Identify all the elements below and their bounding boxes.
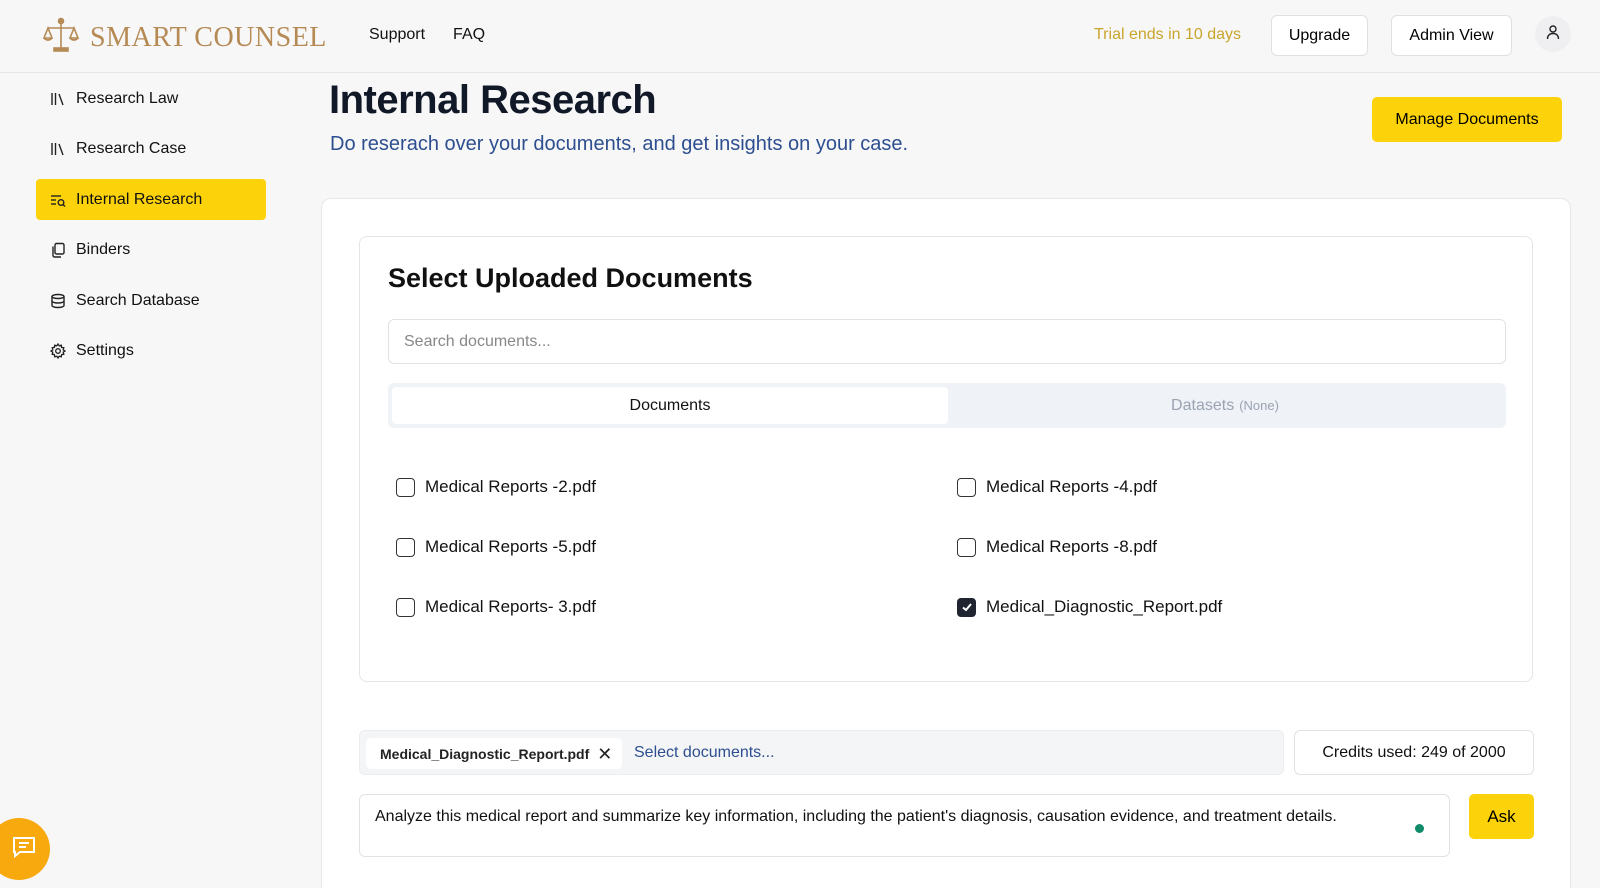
sidebar: Research Law Research Case Internal Rese… — [36, 78, 266, 381]
checkbox[interactable] — [957, 477, 976, 497]
nav-faq[interactable]: FAQ — [453, 26, 485, 44]
list-item[interactable]: Medical Reports -5.pdf — [396, 537, 596, 557]
brand-logo[interactable]: SMART COUNSEL — [42, 16, 327, 59]
sidebar-item-research-law[interactable]: Research Law — [36, 78, 266, 119]
sidebar-item-label: Research Law — [76, 89, 179, 107]
checkbox[interactable] — [396, 537, 415, 557]
check-icon — [961, 603, 972, 612]
top-bar: SMART COUNSEL Support FAQ Trial ends in … — [0, 0, 1600, 73]
sidebar-item-settings[interactable]: Settings — [36, 331, 266, 372]
ask-button[interactable]: Ask — [1469, 794, 1534, 839]
scales-icon — [42, 16, 80, 59]
chat-icon — [11, 835, 37, 864]
tab-documents[interactable]: Documents — [392, 387, 948, 424]
query-text: Analyze this medical report and summariz… — [375, 808, 1337, 825]
document-name: Medical Reports -2.pdf — [425, 477, 597, 496]
document-name: Medical Reports- 3.pdf — [425, 597, 597, 616]
list-item[interactable]: Medical Reports -8.pdf — [957, 537, 1157, 557]
trial-notice: Trial ends in 10 days — [1094, 26, 1242, 43]
search-documents-input[interactable] — [388, 319, 1506, 364]
user-icon — [1545, 24, 1561, 45]
checkbox[interactable] — [396, 597, 415, 617]
page-title: Internal Research — [329, 78, 657, 122]
list-item[interactable]: Medical_Diagnostic_Report.pdf — [957, 597, 1222, 617]
credits-indicator: Credits used: 249 of 2000 — [1294, 730, 1534, 775]
library-icon — [50, 91, 66, 107]
list-item[interactable]: Medical Reports -4.pdf — [957, 477, 1157, 497]
sidebar-item-label: Internal Research — [76, 190, 203, 208]
checkbox[interactable] — [396, 477, 415, 497]
tab-datasets-count: (None) — [1239, 398, 1279, 413]
sidebar-item-internal-research[interactable]: Internal Research — [36, 179, 266, 220]
list-item[interactable]: Medical Reports -2.pdf — [396, 477, 596, 497]
source-tabs: Documents Datasets (None) — [388, 383, 1506, 428]
top-nav: Support FAQ — [369, 26, 485, 44]
close-icon[interactable]: ✕ — [597, 745, 612, 763]
list-item[interactable]: Medical Reports- 3.pdf — [396, 597, 596, 617]
tab-documents-label: Documents — [629, 396, 711, 414]
card-title: Select Uploaded Documents — [388, 263, 753, 293]
document-name: Medical Reports -4.pdf — [986, 477, 1158, 496]
list-search-icon — [50, 192, 66, 208]
document-name: Medical Reports -5.pdf — [425, 537, 597, 556]
sidebar-item-research-case[interactable]: Research Case — [36, 129, 266, 170]
selected-document-chip: Medical_Diagnostic_Report.pdf ✕ — [366, 738, 623, 769]
sidebar-item-label: Binders — [76, 241, 131, 258]
tab-datasets[interactable]: Datasets (None) — [948, 387, 1502, 424]
document-name: Medical_Diagnostic_Report.pdf — [986, 597, 1223, 616]
brand-name: SMART COUNSEL — [90, 21, 327, 53]
tab-datasets-label: Datasets — [1171, 396, 1235, 414]
document-selector-card: Select Uploaded Documents Documents Data… — [359, 236, 1533, 682]
query-input[interactable]: Analyze this medical report and summariz… — [359, 794, 1450, 857]
copy-icon — [50, 242, 66, 258]
status-dot — [1415, 824, 1424, 833]
selected-documents-bar[interactable]: Medical_Diagnostic_Report.pdf ✕ Select d… — [359, 730, 1284, 775]
manage-documents-button[interactable]: Manage Documents — [1372, 97, 1562, 142]
sidebar-item-search-database[interactable]: Search Database — [36, 280, 266, 321]
library-icon — [50, 141, 66, 157]
upgrade-button[interactable]: Upgrade — [1271, 15, 1368, 56]
admin-view-button[interactable]: Admin View — [1391, 15, 1512, 56]
chat-button[interactable] — [0, 818, 50, 880]
main-panel: Select Uploaded Documents Documents Data… — [321, 198, 1571, 888]
document-name: Medical Reports -8.pdf — [986, 537, 1158, 556]
user-avatar[interactable] — [1535, 16, 1571, 52]
sidebar-item-label: Search Database — [76, 291, 200, 309]
page-subtitle: Do reserach over your documents, and get… — [330, 133, 909, 155]
chip-label: Medical_Diagnostic_Report.pdf — [380, 745, 590, 762]
checkbox-checked[interactable] — [957, 597, 976, 617]
sidebar-item-binders[interactable]: Binders — [36, 230, 266, 271]
database-icon — [50, 293, 66, 309]
sidebar-item-label: Research Case — [76, 140, 187, 157]
select-documents-placeholder[interactable]: Select documents... — [634, 744, 775, 762]
nav-support[interactable]: Support — [369, 26, 425, 44]
sidebar-item-label: Settings — [76, 342, 134, 359]
gear-icon — [50, 343, 66, 359]
checkbox[interactable] — [957, 537, 976, 557]
